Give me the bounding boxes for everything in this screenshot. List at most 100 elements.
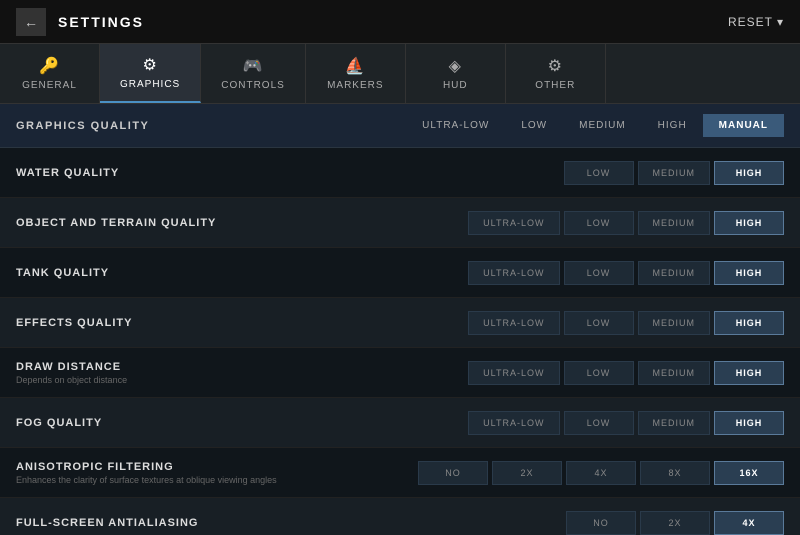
general-tab-label: GENERAL — [22, 80, 77, 91]
setting-row-water-quality: WATER QUALITYLOWMEDIUMHIGH — [0, 148, 800, 198]
graphics-quality-label: GRAPHICS QUALITY — [16, 120, 406, 132]
back-button[interactable]: ← — [16, 8, 46, 36]
tab-markers[interactable]: ⛵ MARKERS — [306, 44, 406, 103]
setting-label-draw-distance: DRAW DISTANCE — [16, 361, 468, 373]
setting-draw-distance-option-high[interactable]: HIGH — [714, 361, 784, 385]
hud-tab-icon: ◈ — [449, 56, 462, 76]
setting-label-group-effects-quality: EFFECTS QUALITY — [16, 317, 468, 329]
setting-row-draw-distance: DRAW DISTANCE Depends on object distanceU… — [0, 348, 800, 398]
markers-tab-icon: ⛵ — [345, 56, 366, 76]
setting-label-tank-quality: TANK QUALITY — [16, 267, 468, 279]
reset-label: RESET — [728, 15, 773, 29]
setting-fullscreen-antialiasing-option-no[interactable]: NO — [566, 511, 636, 535]
tab-hud[interactable]: ◈ HUD — [406, 44, 506, 103]
setting-fullscreen-antialiasing-option-2x[interactable]: 2X — [640, 511, 710, 535]
setting-row-fullscreen-antialiasing: FULL-SCREEN ANTIALIASINGNO2X4X — [0, 498, 800, 535]
setting-anisotropic-filtering-option-8x[interactable]: 8X — [640, 461, 710, 485]
setting-fog-quality-option-low[interactable]: LOW — [564, 411, 634, 435]
graphics-tab-icon: ⚙ — [142, 55, 157, 75]
setting-sublabel-draw-distance: Depends on object distance — [16, 375, 468, 385]
setting-anisotropic-filtering-option-4x[interactable]: 4X — [566, 461, 636, 485]
setting-object-terrain-quality-option-high[interactable]: HIGH — [714, 211, 784, 235]
tab-other[interactable]: ⚙ OTHER — [506, 44, 606, 103]
tabs-bar: 🔑 GENERAL ⚙ GRAPHICS 🎮 CONTROLS ⛵ MARKER… — [0, 44, 800, 104]
setting-label-group-object-terrain-quality: OBJECT AND TERRAIN QUALITY — [16, 217, 468, 229]
setting-label-effects-quality: EFFECTS QUALITY — [16, 317, 468, 329]
setting-row-tank-quality: TANK QUALITYULTRA-LOWLOWMEDIUMHIGH — [0, 248, 800, 298]
page-title: SETTINGS — [58, 14, 144, 30]
setting-fullscreen-antialiasing-option-4x[interactable]: 4X — [714, 511, 784, 535]
setting-label-group-anisotropic-filtering: ANISOTROPIC FILTERING Enhances the clarit… — [16, 461, 418, 485]
tab-general[interactable]: 🔑 GENERAL — [0, 44, 100, 103]
setting-row-fog-quality: FOG QUALITYULTRA-LOWLOWMEDIUMHIGH — [0, 398, 800, 448]
settings-content: GRAPHICS QUALITY ULTRA-LOWLOWMEDIUMHIGHM… — [0, 104, 800, 535]
setting-tank-quality-option-ultra-low[interactable]: ULTRA-LOW — [468, 261, 559, 285]
setting-label-group-fullscreen-antialiasing: FULL-SCREEN ANTIALIASING — [16, 517, 566, 529]
setting-water-quality-option-low[interactable]: LOW — [564, 161, 634, 185]
setting-tank-quality-option-low[interactable]: LOW — [564, 261, 634, 285]
other-tab-label: OTHER — [535, 80, 575, 91]
header: ← SETTINGS RESET ▾ — [0, 0, 800, 44]
setting-options-effects-quality: ULTRA-LOWLOWMEDIUMHIGH — [468, 311, 784, 335]
setting-fog-quality-option-medium[interactable]: MEDIUM — [638, 411, 711, 435]
setting-options-object-terrain-quality: ULTRA-LOWLOWMEDIUMHIGH — [468, 211, 784, 235]
settings-rows: WATER QUALITYLOWMEDIUMHIGHOBJECT AND TER… — [0, 148, 800, 535]
quality-options: ULTRA-LOWLOWMEDIUMHIGHMANUAL — [406, 114, 784, 137]
tab-graphics[interactable]: ⚙ GRAPHICS — [100, 44, 201, 103]
setting-label-group-water-quality: WATER QUALITY — [16, 167, 564, 179]
setting-tank-quality-option-high[interactable]: HIGH — [714, 261, 784, 285]
setting-object-terrain-quality-option-ultra-low[interactable]: ULTRA-LOW — [468, 211, 559, 235]
setting-label-group-fog-quality: FOG QUALITY — [16, 417, 468, 429]
setting-effects-quality-option-low[interactable]: LOW — [564, 311, 634, 335]
setting-label-fullscreen-antialiasing: FULL-SCREEN ANTIALIASING — [16, 517, 566, 529]
controls-tab-label: CONTROLS — [221, 80, 285, 91]
setting-effects-quality-option-high[interactable]: HIGH — [714, 311, 784, 335]
setting-label-group-draw-distance: DRAW DISTANCE Depends on object distance — [16, 361, 468, 385]
quality-option-medium[interactable]: MEDIUM — [563, 114, 642, 137]
markers-tab-label: MARKERS — [327, 80, 383, 91]
setting-options-water-quality: LOWMEDIUMHIGH — [564, 161, 785, 185]
setting-label-fog-quality: FOG QUALITY — [16, 417, 468, 429]
setting-anisotropic-filtering-option-16x[interactable]: 16X — [714, 461, 784, 485]
setting-label-object-terrain-quality: OBJECT AND TERRAIN QUALITY — [16, 217, 468, 229]
setting-row-effects-quality: EFFECTS QUALITYULTRA-LOWLOWMEDIUMHIGH — [0, 298, 800, 348]
setting-options-draw-distance: ULTRA-LOWLOWMEDIUMHIGH — [468, 361, 784, 385]
setting-object-terrain-quality-option-low[interactable]: LOW — [564, 211, 634, 235]
setting-water-quality-option-medium[interactable]: MEDIUM — [638, 161, 711, 185]
setting-fog-quality-option-high[interactable]: HIGH — [714, 411, 784, 435]
setting-fog-quality-option-ultra-low[interactable]: ULTRA-LOW — [468, 411, 559, 435]
setting-anisotropic-filtering-option-no[interactable]: NO — [418, 461, 488, 485]
setting-options-tank-quality: ULTRA-LOWLOWMEDIUMHIGH — [468, 261, 784, 285]
reset-button[interactable]: RESET ▾ — [728, 15, 784, 29]
setting-object-terrain-quality-option-medium[interactable]: MEDIUM — [638, 211, 711, 235]
setting-label-anisotropic-filtering: ANISOTROPIC FILTERING — [16, 461, 418, 473]
setting-row-anisotropic-filtering: ANISOTROPIC FILTERING Enhances the clarit… — [0, 448, 800, 498]
header-left: ← SETTINGS — [16, 8, 144, 36]
setting-options-fullscreen-antialiasing: NO2X4X — [566, 511, 784, 535]
setting-label-group-tank-quality: TANK QUALITY — [16, 267, 468, 279]
setting-draw-distance-option-low[interactable]: LOW — [564, 361, 634, 385]
setting-options-fog-quality: ULTRA-LOWLOWMEDIUMHIGH — [468, 411, 784, 435]
back-icon: ← — [24, 14, 38, 30]
quality-option-ultralow[interactable]: ULTRA-LOW — [406, 114, 505, 137]
setting-anisotropic-filtering-option-2x[interactable]: 2X — [492, 461, 562, 485]
setting-draw-distance-option-medium[interactable]: MEDIUM — [638, 361, 711, 385]
quality-option-manual[interactable]: MANUAL — [703, 114, 784, 137]
setting-effects-quality-option-ultra-low[interactable]: ULTRA-LOW — [468, 311, 559, 335]
setting-tank-quality-option-medium[interactable]: MEDIUM — [638, 261, 711, 285]
quality-option-high[interactable]: HIGH — [642, 114, 703, 137]
setting-label-water-quality: WATER QUALITY — [16, 167, 564, 179]
graphics-quality-header: GRAPHICS QUALITY ULTRA-LOWLOWMEDIUMHIGHM… — [0, 104, 800, 148]
setting-row-object-terrain-quality: OBJECT AND TERRAIN QUALITYULTRA-LOWLOWME… — [0, 198, 800, 248]
quality-option-low[interactable]: LOW — [505, 114, 563, 137]
setting-effects-quality-option-medium[interactable]: MEDIUM — [638, 311, 711, 335]
setting-options-anisotropic-filtering: NO2X4X8X16X — [418, 461, 784, 485]
controls-tab-icon: 🎮 — [243, 56, 264, 76]
setting-water-quality-option-high[interactable]: HIGH — [714, 161, 784, 185]
tab-controls[interactable]: 🎮 CONTROLS — [201, 44, 306, 103]
setting-draw-distance-option-ultra-low[interactable]: ULTRA-LOW — [468, 361, 559, 385]
hud-tab-label: HUD — [443, 80, 468, 91]
other-tab-icon: ⚙ — [548, 56, 563, 76]
reset-arrow-icon: ▾ — [777, 15, 784, 29]
setting-sublabel-anisotropic-filtering: Enhances the clarity of surface textures… — [16, 475, 418, 485]
